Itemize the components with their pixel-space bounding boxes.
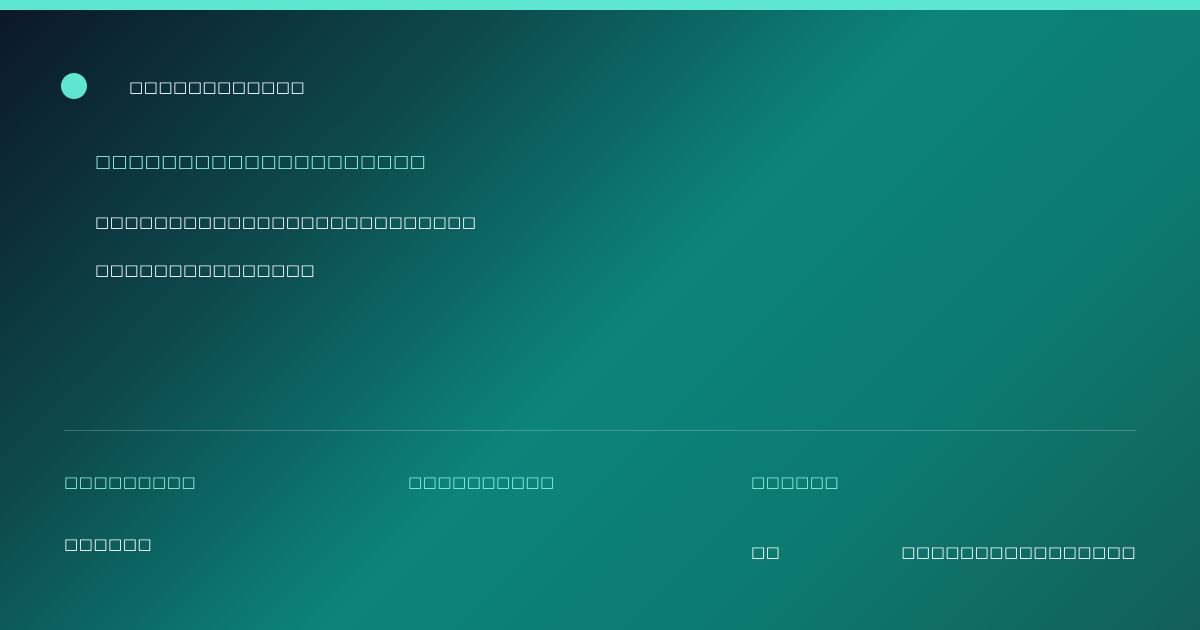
- detail-value-3-secondary: □□□□□□□□□□□□□□□□: [901, 543, 1136, 561]
- detail-label-3: □□□□□□: [751, 473, 840, 491]
- brand-name: □□□□□□□□□□□□: [129, 78, 306, 96]
- hero-headline: □□□□□□□□□□□□□□□□□□□□: [95, 152, 427, 172]
- section-divider: [64, 430, 1136, 431]
- detail-label-1: □□□□□□□□□: [64, 473, 197, 491]
- brand-logo-icon: [61, 73, 87, 99]
- hero-description-line-2: □□□□□□□□□□□□□□□: [95, 261, 316, 279]
- detail-value-1: □□□□□□: [64, 535, 153, 553]
- detail-value-3-primary: □□: [751, 543, 781, 561]
- detail-label-2: □□□□□□□□□□: [408, 473, 555, 491]
- top-accent-bar: [0, 0, 1200, 10]
- hero-description-line-1: □□□□□□□□□□□□□□□□□□□□□□□□□□: [95, 213, 477, 231]
